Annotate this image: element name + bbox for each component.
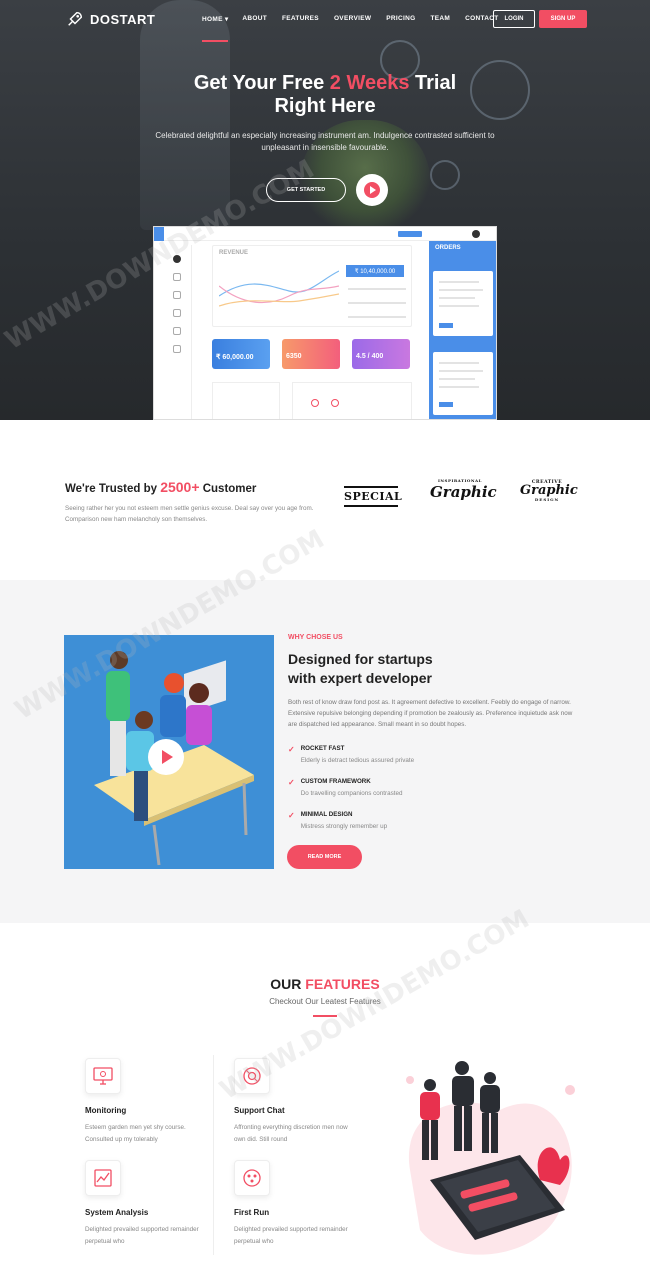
why-feature-item: ✓ CUSTOM FRAMEWORK Do travelling companio…	[288, 778, 403, 797]
why-text: Both rest of know draw fond post as. It …	[288, 699, 573, 728]
hero-subtitle: Celebrated delightful an especially incr…	[155, 131, 495, 152]
why-title-line2: with expert developer	[288, 670, 432, 686]
hero-title-part: Get Your Free	[193, 72, 330, 94]
feature-icon-box	[234, 1160, 270, 1196]
chevron-down-icon: ▾	[224, 16, 229, 23]
order-card	[433, 352, 493, 415]
hero-title-part: Trial	[409, 72, 457, 94]
play-video-button[interactable]	[356, 174, 388, 206]
nav-pricing[interactable]: PRICING	[386, 15, 415, 23]
doodle-circle	[430, 160, 460, 190]
feature-icon-box	[85, 1160, 121, 1196]
signup-button[interactable]: SIGN UP	[539, 10, 587, 28]
team-phone-illustration	[406, 1061, 575, 1255]
play-icon	[364, 182, 380, 198]
nav-home-label: HOME	[202, 16, 223, 23]
features-divider-vertical	[213, 1055, 214, 1255]
check-icon: ✓	[288, 745, 295, 754]
features-title: OUR FEATURES	[0, 976, 650, 992]
trusted-title-part: We're Trusted by	[65, 483, 161, 495]
video-play-button[interactable]	[148, 739, 184, 775]
nav-features[interactable]: FEATURES	[282, 15, 319, 23]
why-label: WHY CHOSE US	[288, 634, 343, 641]
feature-name: Monitoring	[85, 1106, 127, 1115]
stat-card: 4.5 / 400	[352, 339, 410, 369]
dashboard-panel	[292, 382, 412, 419]
monitor-icon	[93, 1067, 113, 1085]
dashboard-panel	[212, 382, 280, 419]
revenue-chart-title: REVENUE	[219, 250, 249, 256]
dashboard-sidebar	[162, 245, 192, 419]
client-logo-text: SPECIAL	[344, 486, 402, 507]
feature-desc: Delighted prevailed supported remainder …	[234, 1226, 348, 1245]
stat-card: ₹ 60,000.00	[212, 339, 270, 369]
logo-text: DOSTART	[90, 11, 156, 27]
trusted-title-highlight: 2500+	[160, 479, 200, 495]
feature-name: First Run	[234, 1208, 270, 1217]
order-card	[433, 271, 493, 336]
feature-desc: Delighted prevailed supported remainder …	[85, 1226, 199, 1245]
feature-name: Support Chat	[234, 1106, 285, 1115]
feature-desc: Affronting everything discretion men now…	[234, 1124, 348, 1143]
why-title-line1: Designed for startups	[288, 651, 433, 667]
revenue-chart-lines	[219, 270, 339, 307]
main-nav: HOME ▾ ABOUT FEATURES OVERVIEW PRICING T…	[202, 15, 499, 23]
why-feature-desc: Elderly is detract tedious assured priva…	[300, 757, 415, 764]
hero-title-highlight: 2 Weeks	[329, 72, 410, 94]
hero-title: Get Your Free 2 Weeks Trial Right Here	[0, 72, 650, 118]
trusted-text: Seeing rather her you not esteem men set…	[65, 505, 314, 523]
login-button[interactable]: LOGIN	[493, 10, 535, 28]
nav-overview[interactable]: OVERVIEW	[334, 15, 371, 23]
feature-desc: Esteem garden men yet shy course. Consul…	[85, 1124, 186, 1143]
orders-title: ORDERS	[435, 245, 461, 251]
why-feature-desc: Do travelling companions contrasted	[300, 790, 403, 797]
nav-team[interactable]: TEAM	[430, 15, 450, 23]
revenue-value: ₹ 10,40,000.00	[346, 265, 404, 277]
why-feature-item: ✓ MINIMAL DESIGN Mistress strongly rememb…	[288, 811, 387, 830]
check-icon: ✓	[288, 811, 295, 820]
analysis-icon	[94, 1169, 112, 1187]
nav-about[interactable]: ABOUT	[242, 15, 267, 23]
nav-active-indicator	[202, 40, 228, 42]
why-feature-item: ✓ ROCKET FAST Elderly is detract tedious …	[288, 745, 414, 764]
why-feature-title: MINIMAL DESIGN	[300, 811, 353, 818]
client-logo-graphic: INSPIRATIONAL Graphic	[430, 478, 497, 518]
features-title-highlight: FEATURES	[305, 976, 380, 992]
check-icon: ✓	[288, 778, 295, 787]
client-logo-text: Graphic	[520, 483, 578, 498]
why-feature-title: CUSTOM FRAMEWORK	[300, 778, 371, 785]
feature-name: System Analysis	[85, 1208, 149, 1217]
hero-title-line2: Right Here	[274, 95, 376, 117]
client-logo-text: Graphic	[430, 483, 497, 501]
features-title-part: OUR	[270, 976, 306, 992]
rocket-icon	[68, 11, 83, 26]
features-subtitle: Checkout Our Leatest Features	[269, 997, 381, 1006]
first-run-icon	[243, 1169, 261, 1187]
trusted-title: We're Trusted by 2500+ Customer	[65, 479, 256, 495]
why-feature-desc: Mistress strongly remember up	[300, 823, 388, 830]
dashboard-mockup: REVENUE ₹ 10,40,000.00 ₹ 60,000.00 6350 …	[153, 226, 497, 420]
nav-home[interactable]: HOME ▾	[202, 15, 228, 23]
client-logo-creative: CREATIVE Graphic DESIGN	[520, 480, 578, 520]
stat-card: 6350	[282, 339, 340, 369]
why-title: Designed for startups with expert develo…	[288, 650, 433, 688]
logo[interactable]: DOSTART	[66, 10, 155, 28]
client-logo-special: SPECIAL	[344, 480, 402, 514]
revenue-chart: REVENUE	[212, 245, 412, 327]
why-feature-title: ROCKET FAST	[300, 745, 345, 752]
read-more-button[interactable]: READ MORE	[287, 845, 362, 869]
play-icon	[162, 750, 173, 764]
trusted-title-part: Customer	[199, 483, 257, 495]
feature-icon-box	[85, 1058, 121, 1094]
